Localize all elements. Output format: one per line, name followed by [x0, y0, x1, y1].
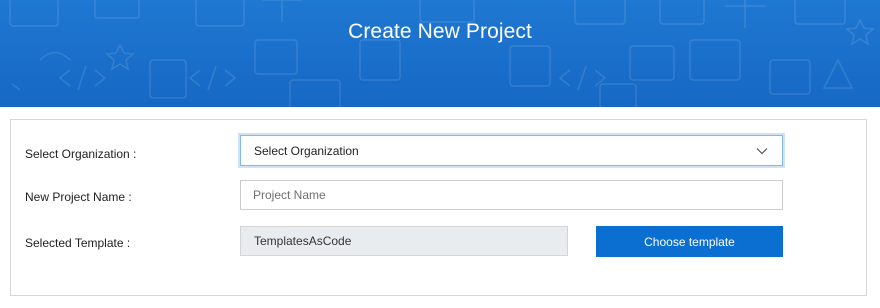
organization-label: Select Organization :: [25, 147, 137, 161]
selected-template-value: TemplatesAsCode: [254, 234, 352, 248]
selected-template-field: TemplatesAsCode: [240, 226, 568, 256]
background-pattern: [9, 0, 875, 107]
choose-template-button[interactable]: Choose template: [596, 226, 783, 257]
project-name-input[interactable]: [240, 180, 783, 210]
organization-select-value: Select Organization: [254, 143, 359, 158]
chevron-down-icon: [756, 148, 768, 155]
create-project-form: Select Organization : Select Organizatio…: [10, 119, 867, 296]
header-banner: Create New Project: [0, 0, 880, 107]
page-title: Create New Project: [348, 20, 532, 43]
organization-select[interactable]: Select Organization: [240, 135, 783, 166]
template-label: Selected Template :: [25, 236, 131, 250]
project-name-label: New Project Name :: [25, 190, 132, 204]
